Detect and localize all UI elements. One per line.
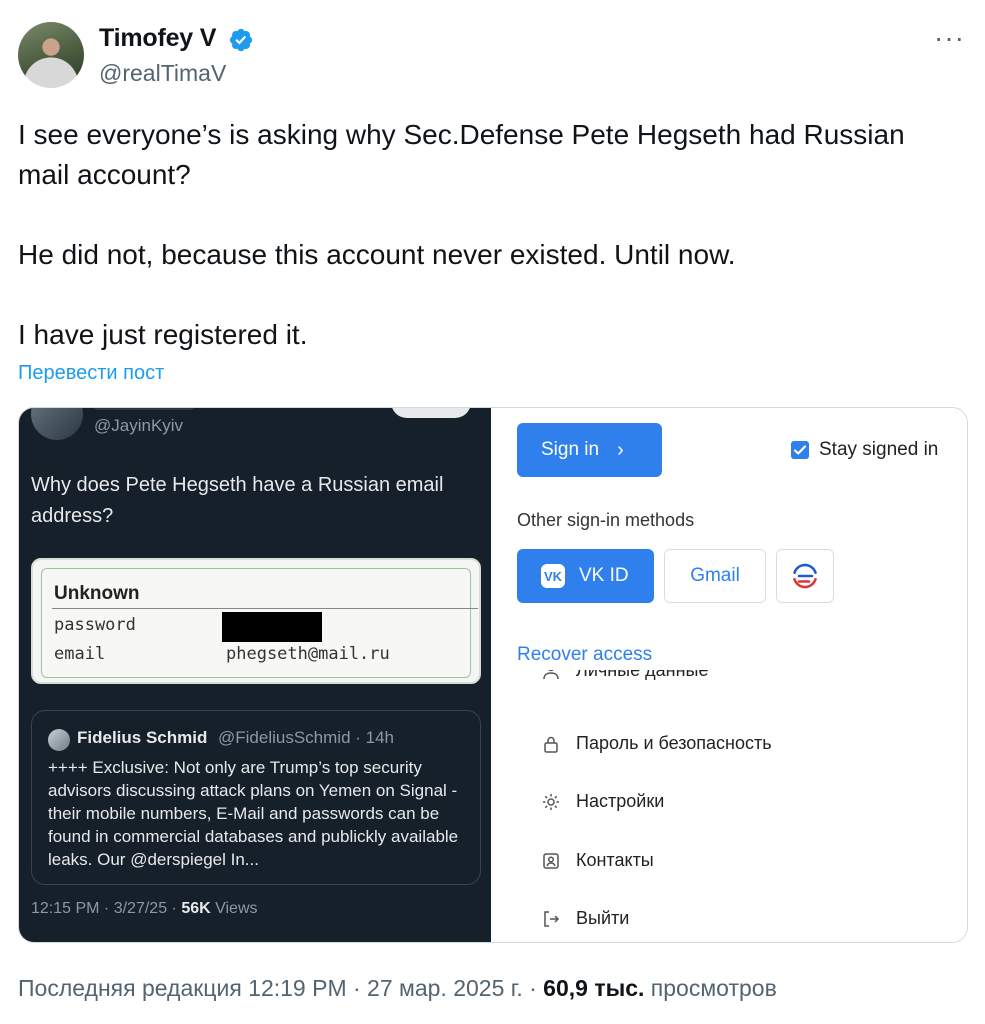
sign-in-label: Sign in xyxy=(541,439,600,460)
gmail-button: Gmail xyxy=(664,549,766,603)
tweet-footer: Последняя редакция 12:19 PM · 27 мар. 20… xyxy=(18,975,777,1002)
embedded-name-cutoff xyxy=(94,408,194,410)
author-handle[interactable]: @realTimaV xyxy=(99,60,226,87)
embedded-views-label: Views xyxy=(210,900,258,917)
redacted-password xyxy=(222,612,322,642)
leak-title: Unknown xyxy=(54,583,140,604)
right-screenshot: Sign in › Stay signed in Other sign-in m… xyxy=(491,408,967,942)
tweet-media-image[interactable]: @JayinKyiv Why does Pete Hegseth have a … xyxy=(18,407,968,943)
views-label: просмотров xyxy=(644,975,777,1001)
more-options-icon[interactable]: ··· xyxy=(934,22,965,54)
menu-label: Настройки xyxy=(576,791,665,811)
chevron-right-icon: › xyxy=(617,438,624,461)
menu-item-logout: Выйти xyxy=(541,908,629,929)
menu-label: Пароль и безопасность xyxy=(576,733,772,753)
leak-email-key: email xyxy=(54,644,106,664)
menu-label: Личные данные xyxy=(576,670,709,680)
other-methods-label: Other sign-in methods xyxy=(517,510,695,530)
author-name[interactable]: Timofey V xyxy=(99,24,216,53)
leak-record-card: Unknown password email phegseth@mail.ru xyxy=(31,558,481,684)
embedded-views-count: 56K xyxy=(181,900,211,917)
translate-post-link[interactable]: Перевести пост xyxy=(18,362,164,385)
left-screenshot: @JayinKyiv Why does Pete Hegseth have a … xyxy=(19,408,491,942)
embedded-avatar xyxy=(31,408,83,440)
gosuslugi-button xyxy=(776,549,834,603)
account-menu: Личные данные Пароль и безопасность Наст… xyxy=(491,670,967,942)
embedded-follow-button xyxy=(391,408,471,418)
embedded-footer: 12:15 PM · 3/27/25 · 56K Views xyxy=(31,900,258,918)
logout-icon xyxy=(541,909,561,929)
tweet-paragraph: He did not, because this account never e… xyxy=(18,239,736,270)
menu-item-contacts: Контакты xyxy=(541,850,654,871)
quoted-author-name: Fidelius Schmid xyxy=(77,728,208,747)
quoted-body: ++++ Exclusive: Not only are Trump’s top… xyxy=(48,758,459,869)
recover-access-link: Recover access xyxy=(517,644,653,665)
menu-item-personal-data: Личные данные xyxy=(541,670,708,681)
embedded-timestamp: 12:15 PM · 3/27/25 · xyxy=(31,900,182,917)
menu-item-password-security: Пароль и безопасность xyxy=(541,733,772,754)
leak-password-key: password xyxy=(54,615,136,635)
tweet-paragraph: I see everyone’s is asking why Sec.Defen… xyxy=(18,119,905,190)
checkmark-icon xyxy=(793,445,807,455)
gmail-label: Gmail xyxy=(690,565,740,586)
stay-signed-in-label: Stay signed in xyxy=(819,439,939,460)
contacts-icon xyxy=(541,851,561,871)
leak-record-inner: Unknown password email phegseth@mail.ru xyxy=(41,568,478,678)
author-avatar[interactable] xyxy=(18,22,84,88)
menu-label: Выйти xyxy=(576,908,630,928)
menu-item-settings: Настройки xyxy=(541,791,664,812)
user-icon xyxy=(541,670,561,681)
lock-icon xyxy=(541,734,561,754)
gear-icon xyxy=(541,792,561,812)
tweet-paragraph: I have just registered it. xyxy=(18,319,308,350)
embedded-question: Why does Pete Hegseth have a Russian ema… xyxy=(31,474,444,527)
vk-logo-icon: VK xyxy=(541,564,565,588)
menu-label: Контакты xyxy=(576,850,654,870)
leak-email-value: phegseth@mail.ru xyxy=(226,644,390,664)
leak-divider xyxy=(52,608,478,609)
sign-in-button: Sign in › xyxy=(517,423,662,477)
views-count: 60,9 тыс. xyxy=(543,975,645,1001)
vk-id-label: VK ID xyxy=(579,565,629,586)
vk-id-button: VK VK ID xyxy=(517,549,654,603)
quoted-author-meta: @FideliusSchmid · 14h xyxy=(218,728,394,747)
tweet-text: I see everyone’s is asking why Sec.Defen… xyxy=(18,115,948,355)
quoted-tweet: Fidelius Schmid @FideliusSchmid · 14h ++… xyxy=(31,710,481,885)
verified-badge-icon xyxy=(229,28,253,52)
gosuslugi-logo-icon xyxy=(793,563,817,589)
stay-signed-in-checkbox xyxy=(791,441,809,459)
embedded-handle: @JayinKyiv xyxy=(94,416,184,435)
edited-timestamp[interactable]: Последняя редакция 12:19 PM · 27 мар. 20… xyxy=(18,975,543,1001)
quoted-avatar xyxy=(48,729,70,751)
